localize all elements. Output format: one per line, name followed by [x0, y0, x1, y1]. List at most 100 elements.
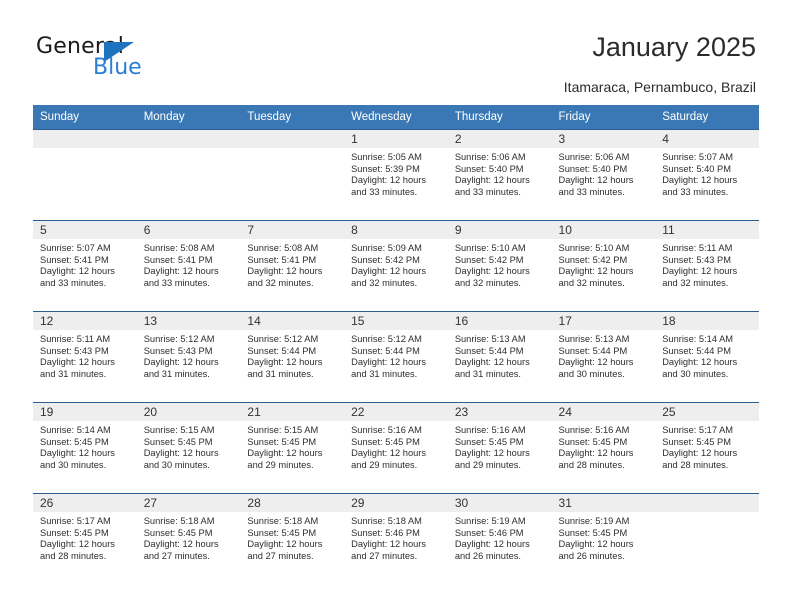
- calendar-day-cell[interactable]: 28 Sunrise: 5:18 AM Sunset: 5:45 PM Dayligh…: [240, 493, 345, 584]
- daylight-duration-line1: Daylight: 12 hours: [40, 539, 115, 550]
- calendar-day-cell[interactable]: 2 Sunrise: 5:06 AM Sunset: 5:40 PM Daylight…: [447, 129, 552, 221]
- calendar-day-cell[interactable]: 30 Sunrise: 5:19 AM Sunset: 5:46 PM Dayligh…: [447, 493, 552, 584]
- day-cell-inner: 13 Sunrise: 5:12 AM Sunset: 5:43 PM Dayligh…: [136, 312, 241, 402]
- calendar-day-cell[interactable]: 15 Sunrise: 5:12 AM Sunset: 5:44 PM Dayligh…: [344, 311, 448, 403]
- sunrise-time: Sunrise: 5:05 AM: [351, 152, 422, 162]
- calendar-empty-cell: [655, 493, 759, 584]
- day-number: 31: [551, 494, 656, 512]
- daylight-duration-line1: Daylight: 12 hours: [247, 266, 323, 277]
- calendar-day-cell[interactable]: 13 Sunrise: 5:12 AM Sunset: 5:43 PM Dayligh…: [136, 311, 241, 403]
- day-cell-details: Sunrise: 5:08 AM Sunset: 5:41 PM Daylight:…: [137, 239, 241, 289]
- daylight-duration-line1: Daylight: 12 hours: [143, 539, 219, 550]
- sunset-time: Sunset: 5:46 PM: [351, 527, 420, 538]
- daylight-duration-line1: Daylight: 12 hours: [662, 266, 738, 277]
- daylight-duration-line2: and 32 minutes.: [662, 277, 729, 288]
- page-title: January 2025: [592, 32, 756, 62]
- sunset-time: Sunset: 5:44 PM: [454, 345, 524, 356]
- sunrise-time: Sunrise: 5:06 AM: [558, 152, 630, 162]
- day-number: 12: [33, 312, 137, 330]
- daylight-duration-line1: Daylight: 12 hours: [143, 357, 219, 368]
- calendar-day-cell[interactable]: 19 Sunrise: 5:14 AM Sunset: 5:45 PM Dayligh…: [33, 402, 137, 494]
- day-number: 19: [33, 403, 137, 421]
- calendar-day-cell[interactable]: 16 Sunrise: 5:13 AM Sunset: 5:44 PM Dayligh…: [447, 311, 552, 403]
- sunrise-time: Sunrise: 5:08 AM: [143, 243, 215, 253]
- day-cell-details: Sunrise: 5:11 AM Sunset: 5:43 PM Daylight:…: [33, 330, 137, 380]
- daylight-duration-line2: and 27 minutes.: [351, 550, 418, 561]
- day-cell-details: Sunrise: 5:12 AM Sunset: 5:43 PM Daylight:…: [137, 330, 241, 380]
- calendar-day-cell[interactable]: 29 Sunrise: 5:18 AM Sunset: 5:46 PM Dayligh…: [344, 493, 448, 584]
- day-number: 1: [344, 130, 448, 148]
- daylight-duration-line1: Daylight: 12 hours: [143, 266, 219, 277]
- daylight-duration-line1: Daylight: 12 hours: [454, 175, 530, 186]
- day-number: 15: [344, 312, 448, 330]
- daylight-duration-line2: and 33 minutes.: [40, 277, 107, 288]
- day-cell-inner: 9 Sunrise: 5:10 AM Sunset: 5:42 PM Daylight…: [447, 221, 552, 311]
- sunset-time: Sunset: 5:39 PM: [351, 163, 420, 174]
- calendar-day-cell[interactable]: 26 Sunrise: 5:17 AM Sunset: 5:45 PM Dayligh…: [33, 493, 137, 584]
- calendar-day-cell[interactable]: 18 Sunrise: 5:14 AM Sunset: 5:44 PM Dayligh…: [655, 311, 759, 403]
- calendar-day-cell[interactable]: 12 Sunrise: 5:11 AM Sunset: 5:43 PM Dayligh…: [33, 311, 137, 403]
- daylight-duration-line2: and 33 minutes.: [143, 277, 210, 288]
- sunset-time: Sunset: 5:40 PM: [454, 163, 524, 174]
- daylight-duration-line1: Daylight: 12 hours: [247, 539, 323, 550]
- calendar-day-cell[interactable]: 21 Sunrise: 5:15 AM Sunset: 5:45 PM Dayligh…: [240, 402, 345, 494]
- sunrise-time: Sunrise: 5:18 AM: [247, 516, 319, 526]
- calendar-day-cell[interactable]: 31 Sunrise: 5:19 AM Sunset: 5:45 PM Dayligh…: [551, 493, 656, 584]
- calendar-day-cell[interactable]: 27 Sunrise: 5:18 AM Sunset: 5:45 PM Dayligh…: [136, 493, 241, 584]
- calendar-day-cell[interactable]: 4 Sunrise: 5:07 AM Sunset: 5:40 PM Daylight…: [655, 129, 759, 221]
- sunset-time: Sunset: 5:44 PM: [351, 345, 420, 356]
- sunset-time: Sunset: 5:46 PM: [454, 527, 524, 538]
- day-cell-details: Sunrise: 5:13 AM Sunset: 5:44 PM Daylight:…: [552, 330, 656, 380]
- day-number: 28: [240, 494, 345, 512]
- calendar-day-cell[interactable]: 8 Sunrise: 5:09 AM Sunset: 5:42 PM Daylight…: [344, 220, 448, 312]
- sunrise-time: Sunrise: 5:07 AM: [662, 152, 734, 162]
- calendar-day-cell[interactable]: 20 Sunrise: 5:15 AM Sunset: 5:45 PM Dayligh…: [136, 402, 241, 494]
- day-cell-details: Sunrise: 5:19 AM Sunset: 5:45 PM Daylight:…: [552, 512, 656, 562]
- calendar-day-cell[interactable]: 5 Sunrise: 5:07 AM Sunset: 5:41 PM Daylight…: [33, 220, 137, 312]
- day-cell-details: Sunrise: 5:18 AM Sunset: 5:46 PM Daylight:…: [344, 512, 448, 562]
- day-number: 9: [447, 221, 552, 239]
- calendar-day-cell[interactable]: 1 Sunrise: 5:05 AM Sunset: 5:39 PM Daylight…: [344, 129, 448, 221]
- sunset-time: Sunset: 5:40 PM: [558, 163, 628, 174]
- day-cell-inner: 30 Sunrise: 5:19 AM Sunset: 5:46 PM Dayligh…: [447, 494, 552, 584]
- calendar-day-cell[interactable]: 6 Sunrise: 5:08 AM Sunset: 5:41 PM Daylight…: [136, 220, 241, 312]
- sunset-time: Sunset: 5:45 PM: [40, 527, 109, 538]
- day-cell-inner: 8 Sunrise: 5:09 AM Sunset: 5:42 PM Daylight…: [344, 221, 448, 311]
- sunset-time: Sunset: 5:44 PM: [247, 345, 317, 356]
- daylight-duration-line2: and 32 minutes.: [247, 277, 314, 288]
- calendar-day-cell[interactable]: 17 Sunrise: 5:13 AM Sunset: 5:44 PM Dayligh…: [551, 311, 656, 403]
- calendar-day-cell[interactable]: 11 Sunrise: 5:11 AM Sunset: 5:43 PM Dayligh…: [655, 220, 759, 312]
- sunset-time: Sunset: 5:43 PM: [40, 345, 109, 356]
- day-cell-inner: [136, 130, 241, 220]
- calendar-day-cell[interactable]: 24 Sunrise: 5:16 AM Sunset: 5:45 PM Dayligh…: [551, 402, 656, 494]
- sunrise-time: Sunrise: 5:12 AM: [351, 334, 422, 344]
- generalblue-logo[interactable]: General Blue: [36, 34, 256, 90]
- calendar-day-cell[interactable]: 7 Sunrise: 5:08 AM Sunset: 5:41 PM Daylight…: [240, 220, 345, 312]
- day-cell-inner: 12 Sunrise: 5:11 AM Sunset: 5:43 PM Dayligh…: [33, 312, 137, 402]
- day-cell-details: Sunrise: 5:16 AM Sunset: 5:45 PM Daylight:…: [344, 421, 448, 471]
- calendar-day-cell[interactable]: 10 Sunrise: 5:10 AM Sunset: 5:42 PM Dayligh…: [551, 220, 656, 312]
- day-cell-inner: 27 Sunrise: 5:18 AM Sunset: 5:45 PM Dayligh…: [136, 494, 241, 584]
- daylight-duration-line2: and 32 minutes.: [558, 277, 625, 288]
- calendar-day-cell[interactable]: 14 Sunrise: 5:12 AM Sunset: 5:44 PM Dayligh…: [240, 311, 345, 403]
- day-cell-details: Sunrise: 5:16 AM Sunset: 5:45 PM Daylight:…: [552, 421, 656, 471]
- day-cell-inner: 14 Sunrise: 5:12 AM Sunset: 5:44 PM Dayligh…: [240, 312, 345, 402]
- day-cell-inner: 17 Sunrise: 5:13 AM Sunset: 5:44 PM Dayligh…: [551, 312, 656, 402]
- day-cell-inner: 22 Sunrise: 5:16 AM Sunset: 5:45 PM Dayligh…: [344, 403, 448, 493]
- sunset-time: Sunset: 5:41 PM: [247, 254, 317, 265]
- calendar-day-cell[interactable]: 25 Sunrise: 5:17 AM Sunset: 5:45 PM Dayligh…: [655, 402, 759, 494]
- calendar-day-cell[interactable]: 9 Sunrise: 5:10 AM Sunset: 5:42 PM Daylight…: [447, 220, 552, 312]
- day-cell-details: Sunrise: 5:15 AM Sunset: 5:45 PM Daylight:…: [240, 421, 344, 471]
- day-cell-details: Sunrise: 5:14 AM Sunset: 5:44 PM Daylight:…: [655, 330, 759, 380]
- sunrise-time: Sunrise: 5:19 AM: [558, 516, 630, 526]
- calendar-day-cell[interactable]: 22 Sunrise: 5:16 AM Sunset: 5:45 PM Dayligh…: [344, 402, 448, 494]
- day-number: 24: [551, 403, 656, 421]
- calendar-day-cell[interactable]: 3 Sunrise: 5:06 AM Sunset: 5:40 PM Daylight…: [551, 129, 656, 221]
- calendar-day-cell[interactable]: 23 Sunrise: 5:16 AM Sunset: 5:45 PM Dayligh…: [447, 402, 552, 494]
- weekday-header-friday: Friday: [551, 105, 656, 130]
- day-cell-inner: 2 Sunrise: 5:06 AM Sunset: 5:40 PM Daylight…: [447, 130, 552, 220]
- day-cell-inner: [240, 130, 345, 220]
- day-cell-details: Sunrise: 5:19 AM Sunset: 5:46 PM Daylight:…: [448, 512, 552, 562]
- sunset-time: Sunset: 5:45 PM: [351, 436, 420, 447]
- daylight-duration-line1: Daylight: 12 hours: [247, 448, 323, 459]
